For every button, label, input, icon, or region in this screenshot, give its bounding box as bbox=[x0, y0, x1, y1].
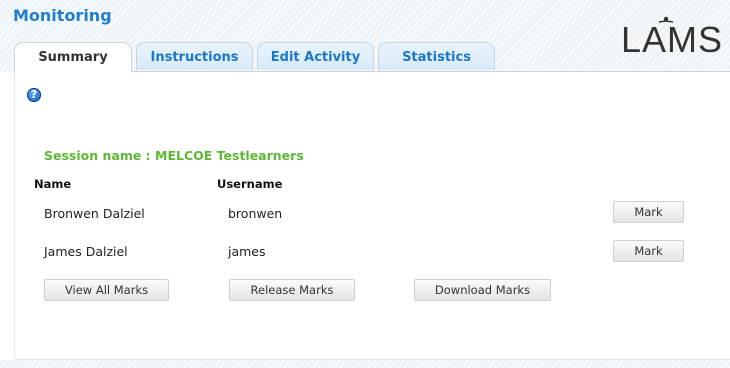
tab-bar: Summary Instructions Edit Activity Stati… bbox=[14, 42, 730, 73]
mark-button[interactable]: Mark bbox=[613, 201, 684, 223]
session-name: Session name : MELCOE Testlearners bbox=[44, 148, 304, 163]
tab-summary[interactable]: Summary bbox=[14, 42, 132, 73]
column-header-name: Name bbox=[34, 177, 72, 191]
learner-username: bronwen bbox=[228, 206, 283, 221]
learner-name: James Dalziel bbox=[44, 244, 128, 259]
learner-name: Bronwen Dalziel bbox=[44, 206, 145, 221]
logo-figure-icon bbox=[658, 16, 674, 23]
learner-username: james bbox=[228, 244, 266, 259]
tab-edit-activity[interactable]: Edit Activity bbox=[257, 42, 374, 70]
download-marks-button[interactable]: Download Marks bbox=[414, 279, 551, 301]
tab-instructions[interactable]: Instructions bbox=[136, 42, 253, 70]
page-title: Monitoring bbox=[13, 6, 112, 25]
release-marks-button[interactable]: Release Marks bbox=[229, 279, 355, 301]
column-header-username: Username bbox=[217, 177, 283, 191]
footer-strip bbox=[0, 360, 730, 368]
tab-statistics[interactable]: Statistics bbox=[378, 42, 495, 70]
help-icon[interactable]: ? bbox=[27, 88, 41, 102]
view-all-marks-button[interactable]: View All Marks bbox=[44, 279, 169, 301]
mark-button[interactable]: Mark bbox=[613, 240, 684, 262]
